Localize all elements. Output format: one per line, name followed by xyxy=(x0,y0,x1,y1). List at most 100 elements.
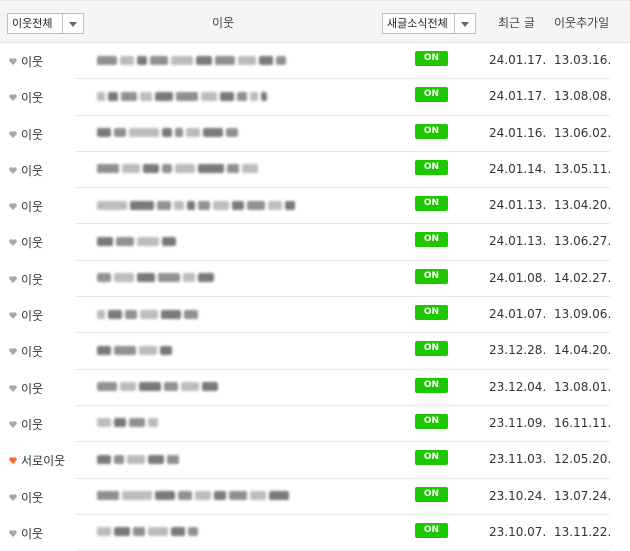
blurred-name-fragment xyxy=(202,382,218,392)
gray-heart-icon xyxy=(9,348,17,356)
neighbor-type: 이웃 xyxy=(21,163,44,178)
blurred-name-fragment xyxy=(108,91,118,101)
news-toggle-button[interactable]: ON xyxy=(415,305,448,321)
blurred-name-fragment xyxy=(148,454,164,464)
news-toggle-button[interactable]: ON xyxy=(415,450,448,466)
neighbor-type: 이웃 xyxy=(21,236,44,251)
gray-heart-icon xyxy=(9,312,17,320)
news-toggle-button[interactable]: ON xyxy=(415,232,448,248)
neighbor-type: 이웃 xyxy=(21,200,44,215)
blurred-name-fragment xyxy=(139,382,161,392)
neighbor-name-link[interactable] xyxy=(97,161,258,177)
blurred-name-fragment xyxy=(237,91,247,101)
recent-post-date: 24.01.14. xyxy=(489,161,547,176)
added-date: 13.07.24. xyxy=(554,488,612,503)
table-row: 이웃 ON 23.10.24. 13.07.24. xyxy=(0,479,630,515)
blurred-name-fragment xyxy=(120,382,136,392)
neighbor-name-link[interactable] xyxy=(97,270,214,286)
neighbor-name-link[interactable] xyxy=(97,342,172,358)
neighbor-name-link[interactable] xyxy=(97,379,218,395)
neighbor-name-link[interactable] xyxy=(97,233,176,249)
neighbor-type: 이웃 xyxy=(21,490,44,505)
table-header: 이웃전체 이웃 새글소식전체 최근 글 이웃추가일 xyxy=(0,0,630,43)
blurred-name-fragment xyxy=(174,200,184,210)
news-toggle-button[interactable]: ON xyxy=(415,377,448,393)
blurred-name-fragment xyxy=(198,273,214,283)
blurred-name-fragment xyxy=(143,164,159,174)
recent-post-date: 24.01.13. xyxy=(489,234,547,249)
neighbor-type: 서로이웃 xyxy=(21,454,66,469)
blurred-name-fragment xyxy=(176,91,198,101)
neighbor-rows: 이웃 ON 24.01.17. 13.03.16. 이웃 ON 24.01.17… xyxy=(0,43,630,551)
neighbor-type: 이웃 xyxy=(21,309,44,324)
blurred-name-fragment xyxy=(97,164,119,174)
blurred-name-fragment xyxy=(226,128,238,138)
news-toggle-button[interactable]: ON xyxy=(415,123,448,139)
blurred-name-fragment xyxy=(215,55,235,65)
table-row: 이웃 ON 24.01.13. 13.04.20. xyxy=(0,188,630,225)
blurred-name-fragment xyxy=(229,491,247,501)
news-filter-select[interactable]: 새글소식전체 xyxy=(382,13,476,34)
gray-heart-icon xyxy=(9,239,17,247)
blurred-name-fragment xyxy=(114,273,134,283)
gray-heart-icon xyxy=(9,203,17,211)
recent-post-date: 23.12.28. xyxy=(489,343,547,358)
recent-post-date: 24.01.16. xyxy=(489,125,547,140)
group-filter-select[interactable]: 이웃전체 xyxy=(7,13,84,34)
neighbor-name-link[interactable] xyxy=(97,488,289,504)
blurred-name-fragment xyxy=(161,309,181,319)
added-date: 13.03.16. xyxy=(554,53,612,67)
added-date: 14.02.27. xyxy=(554,270,612,285)
blurred-name-fragment xyxy=(227,164,239,174)
blurred-name-fragment xyxy=(133,527,145,537)
news-toggle-button[interactable]: ON xyxy=(415,522,448,538)
blurred-name-fragment xyxy=(242,164,258,174)
recent-post-date: 24.01.17. xyxy=(489,89,547,104)
neighbor-column-header: 이웃 xyxy=(212,16,235,30)
recent-post-date: 24.01.08. xyxy=(489,270,547,285)
gray-heart-icon xyxy=(9,493,17,501)
blurred-name-fragment xyxy=(140,91,152,101)
blurred-name-fragment xyxy=(178,491,192,501)
blurred-name-fragment xyxy=(188,527,198,537)
neighbor-name-link[interactable] xyxy=(97,451,179,467)
news-toggle-button[interactable]: ON xyxy=(415,87,448,103)
blurred-name-fragment xyxy=(130,200,154,210)
neighbor-name-link[interactable] xyxy=(97,197,295,213)
table-row: 이웃 ON 23.12.04. 13.08.01. xyxy=(0,370,630,406)
blurred-name-fragment xyxy=(155,491,175,501)
blurred-name-fragment xyxy=(97,91,105,101)
blurred-name-fragment xyxy=(276,55,286,65)
blurred-name-fragment xyxy=(198,200,210,210)
news-toggle-button[interactable]: ON xyxy=(415,196,448,212)
neighbor-name-link[interactable] xyxy=(97,125,238,141)
news-toggle-button[interactable]: ON xyxy=(415,486,448,502)
news-toggle-button[interactable]: ON xyxy=(415,413,448,429)
gray-heart-icon xyxy=(9,530,17,537)
blurred-name-fragment xyxy=(97,55,117,65)
recent-post-date: 24.01.17. xyxy=(489,53,547,67)
chevron-down-icon[interactable] xyxy=(62,14,83,33)
neighbor-type: 이웃 xyxy=(21,272,44,287)
recent-post-column-header: 최근 글 xyxy=(498,16,535,30)
neighbor-name-link[interactable] xyxy=(97,524,198,540)
table-row: 이웃 ON 24.01.17. 13.08.08. xyxy=(0,79,630,116)
neighbor-name-link[interactable] xyxy=(97,88,267,104)
news-toggle-button[interactable]: ON xyxy=(415,268,448,284)
chevron-down-icon[interactable] xyxy=(454,14,475,33)
gray-heart-icon xyxy=(9,384,17,392)
news-toggle-button[interactable]: ON xyxy=(415,341,448,357)
orange-heart-icon xyxy=(9,457,17,465)
news-toggle-button[interactable]: ON xyxy=(415,159,448,175)
blurred-name-fragment xyxy=(213,200,229,210)
blurred-name-fragment xyxy=(140,309,158,319)
news-toggle-button[interactable]: ON xyxy=(415,51,448,66)
gray-heart-icon xyxy=(9,58,17,65)
neighbor-name-link[interactable] xyxy=(97,306,198,322)
blurred-name-fragment xyxy=(122,164,140,174)
neighbor-name-link[interactable] xyxy=(97,415,158,431)
neighbor-name-link[interactable] xyxy=(97,52,286,68)
blurred-name-fragment xyxy=(162,236,176,246)
added-date: 12.05.20. xyxy=(554,452,612,467)
recent-post-date: 23.10.07. xyxy=(489,524,547,539)
